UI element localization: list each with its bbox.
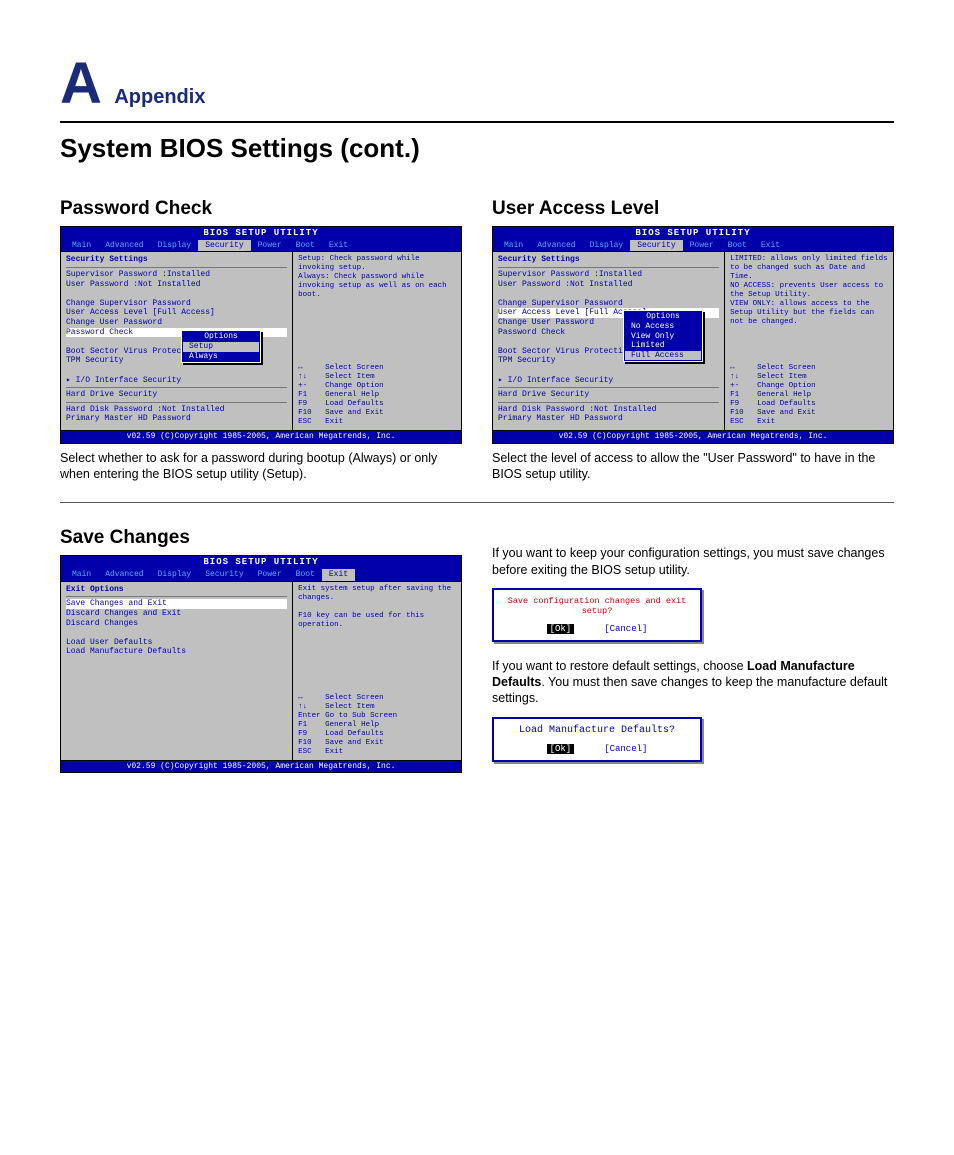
- bios-footer: v02.59 (C)Copyright 1985-2005, American …: [61, 761, 461, 773]
- menu-tab-advanced[interactable]: Advanced: [98, 569, 150, 581]
- bios-panel-password-check: BIOS SETUP UTILITY MainAdvancedDisplaySe…: [60, 226, 462, 444]
- dialog-msg: Load Manufacture Defaults?: [502, 725, 692, 736]
- bios-heading: Security Settings: [66, 255, 287, 265]
- menu-tab-power[interactable]: Power: [251, 240, 289, 252]
- menu-tab-main[interactable]: Main: [65, 240, 98, 252]
- bios-menubar: MainAdvancedDisplaySecurityPowerBootExit: [61, 569, 461, 581]
- menu-tab-boot[interactable]: Boot: [289, 569, 322, 581]
- popup-option[interactable]: Always: [183, 352, 259, 362]
- appendix-label: Appendix: [114, 86, 205, 108]
- menu-tab-exit[interactable]: Exit: [322, 240, 355, 252]
- bios-row[interactable]: ▸ I/O Interface Security: [66, 376, 287, 386]
- bios-row[interactable]: User Password :Not Installed: [498, 280, 719, 290]
- menu-tab-exit[interactable]: Exit: [322, 569, 355, 581]
- menu-tab-main[interactable]: Main: [65, 569, 98, 581]
- bios-footer: v02.59 (C)Copyright 1985-2005, American …: [61, 431, 461, 443]
- bios-nav-keys: ↔ Select Screen↑↓ Select ItemEnter Go to…: [298, 694, 456, 757]
- popup-title: Options: [183, 332, 259, 342]
- bios-left-pane: Security Settings Supervisor Password :I…: [493, 252, 725, 430]
- menu-tab-display[interactable]: Display: [583, 240, 631, 252]
- bios-menubar: MainAdvancedDisplaySecurityPowerBootExit: [61, 240, 461, 252]
- bios-heading: Security Settings: [498, 255, 719, 265]
- menu-tab-security[interactable]: Security: [198, 240, 250, 252]
- bios-help-text: Exit system setup after saving the chang…: [298, 585, 456, 694]
- bios-footer: v02.59 (C)Copyright 1985-2005, American …: [493, 431, 893, 443]
- menu-tab-power[interactable]: Power: [683, 240, 721, 252]
- menu-tab-advanced[interactable]: Advanced: [98, 240, 150, 252]
- bios-titlebar: BIOS SETUP UTILITY: [493, 227, 893, 240]
- dialog-load-defaults: Load Manufacture Defaults? [Ok] [Cancel]: [492, 717, 702, 762]
- bios-help-text: LIMITED: allows only limited fields to b…: [730, 255, 888, 364]
- menu-tab-display[interactable]: Display: [151, 569, 199, 581]
- bios-row[interactable]: Hard Disk Password :Not Installed: [66, 405, 287, 415]
- popup-option[interactable]: No Access: [625, 322, 701, 332]
- menu-tab-power[interactable]: Power: [251, 569, 289, 581]
- save-changes-text-2: If you want to restore default settings,…: [492, 658, 894, 707]
- dialog-save-confirm: Save configuration changes and exit setu…: [492, 588, 702, 642]
- menu-tab-security[interactable]: Security: [198, 569, 250, 581]
- bios-panel-user-access: BIOS SETUP UTILITY MainAdvancedDisplaySe…: [492, 226, 894, 444]
- menu-tab-security[interactable]: Security: [630, 240, 682, 252]
- bios-row[interactable]: Load Manufacture Defaults: [66, 647, 287, 657]
- bios-row[interactable]: Primary Master HD Password: [498, 414, 719, 424]
- dialog-cancel-button[interactable]: [Cancel]: [604, 624, 647, 634]
- bios-titlebar: BIOS SETUP UTILITY: [61, 227, 461, 240]
- dialog-ok-button[interactable]: [Ok]: [547, 624, 575, 634]
- bios-row[interactable]: Supervisor Password :Installed: [498, 270, 719, 280]
- bios-row[interactable]: Change User Password: [66, 318, 287, 328]
- bios-right-pane: Exit system setup after saving the chang…: [293, 582, 461, 760]
- options-popup: OptionsSetupAlways: [181, 330, 261, 363]
- bios-row[interactable]: User Access Level [Full Access]: [66, 308, 287, 318]
- bios-nav-keys: ↔ Select Screen↑↓ Select Item+- Change O…: [730, 364, 888, 427]
- bios-row[interactable]: Hard Drive Security: [498, 390, 719, 400]
- bios-left-pane: Exit Options Save Changes and ExitDiscar…: [61, 582, 293, 760]
- popup-option[interactable]: Full Access: [625, 351, 701, 361]
- bios-left-pane: Security Settings Supervisor Password :I…: [61, 252, 293, 430]
- bios-row[interactable]: Change Supervisor Password: [66, 299, 287, 309]
- bios-row[interactable]: Load User Defaults: [66, 638, 287, 648]
- bios-row[interactable]: ▸ I/O Interface Security: [498, 376, 719, 386]
- page-header: A Appendix: [60, 50, 894, 123]
- bios-heading: Exit Options: [66, 585, 287, 595]
- bios-row[interactable]: Save Changes and Exit: [66, 599, 287, 609]
- dialog-ok-button[interactable]: [Ok]: [547, 744, 575, 754]
- dialog-cancel-button[interactable]: [Cancel]: [604, 744, 647, 754]
- bios-row[interactable]: Hard Drive Security: [66, 390, 287, 400]
- caption-user-access: Select the level of access to allow the …: [492, 450, 894, 483]
- caption-password-check: Select whether to ask for a password dur…: [60, 450, 462, 483]
- bios-row[interactable]: User Password :Not Installed: [66, 280, 287, 290]
- bios-right-pane: LIMITED: allows only limited fields to b…: [725, 252, 893, 430]
- menu-tab-exit[interactable]: Exit: [754, 240, 787, 252]
- menu-tab-display[interactable]: Display: [151, 240, 199, 252]
- popup-option[interactable]: Limited: [625, 341, 701, 351]
- menu-tab-boot[interactable]: Boot: [721, 240, 754, 252]
- bios-titlebar: BIOS SETUP UTILITY: [61, 556, 461, 569]
- menu-tab-boot[interactable]: Boot: [289, 240, 322, 252]
- bios-help-text: Setup: Check password while invoking set…: [298, 255, 456, 364]
- appendix-letter: A: [60, 50, 102, 117]
- bios-row[interactable]: Discard Changes and Exit: [66, 609, 287, 619]
- section-title-user-access: User Access Level: [492, 198, 894, 220]
- bios-menubar: MainAdvancedDisplaySecurityPowerBootExit: [493, 240, 893, 252]
- bios-row[interactable]: Discard Changes: [66, 619, 287, 629]
- bios-nav-keys: ↔ Select Screen↑↓ Select Item+- Change O…: [298, 364, 456, 427]
- section-title-password-check: Password Check: [60, 198, 462, 220]
- menu-tab-main[interactable]: Main: [497, 240, 530, 252]
- bios-row[interactable]: Change Supervisor Password: [498, 299, 719, 309]
- options-popup: OptionsNo AccessView OnlyLimitedFull Acc…: [623, 310, 703, 362]
- dialog-msg: Save configuration changes and exit setu…: [502, 596, 692, 616]
- bios-right-pane: Setup: Check password while invoking set…: [293, 252, 461, 430]
- bios-row[interactable]: Hard Disk Password :Not Installed: [498, 405, 719, 415]
- bios-panel-save-changes: BIOS SETUP UTILITY MainAdvancedDisplaySe…: [60, 555, 462, 773]
- section-title-save-changes: Save Changes: [60, 527, 462, 549]
- menu-tab-advanced[interactable]: Advanced: [530, 240, 582, 252]
- page-title: System BIOS Settings (cont.): [60, 133, 894, 164]
- save-changes-text-1: If you want to keep your configuration s…: [492, 545, 894, 578]
- bios-row[interactable]: Primary Master HD Password: [66, 414, 287, 424]
- popup-option[interactable]: View Only: [625, 332, 701, 342]
- popup-option[interactable]: Setup: [183, 342, 259, 352]
- bios-row[interactable]: Supervisor Password :Installed: [66, 270, 287, 280]
- divider: [60, 502, 894, 503]
- popup-title: Options: [625, 312, 701, 322]
